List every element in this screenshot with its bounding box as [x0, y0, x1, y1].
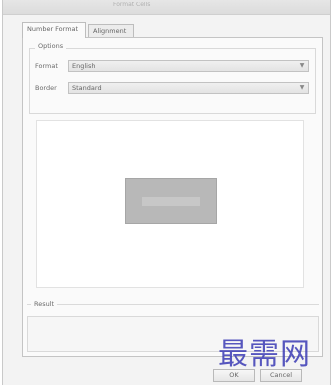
- result-divider: [27, 304, 319, 305]
- options-group-label: Options: [35, 42, 67, 50]
- preview-sample: [125, 178, 217, 224]
- border-value: Standard: [72, 84, 102, 92]
- preview-sample-text: [142, 197, 200, 206]
- border-combobox[interactable]: Standard ▼: [68, 82, 309, 94]
- format-value: English: [72, 62, 96, 70]
- chevron-down-icon[interactable]: ▼: [298, 61, 306, 71]
- watermark-logo: 最需网: [218, 337, 311, 372]
- border-label: Border: [35, 84, 57, 92]
- format-label: Format: [35, 62, 58, 70]
- tab-number-format[interactable]: Number Format: [22, 22, 86, 38]
- format-combobox[interactable]: English ▼: [68, 60, 309, 72]
- title-bar: Format Cells: [3, 0, 330, 15]
- dialog-window: Format Cells Number Format Alignment Opt…: [2, 0, 331, 385]
- chevron-down-icon[interactable]: ▼: [298, 83, 306, 93]
- tab-alignment[interactable]: Alignment: [88, 24, 134, 37]
- window-title: Format Cells: [113, 2, 151, 8]
- tab-panel: Options Format English ▼ Border Standard…: [22, 37, 323, 357]
- options-group: [29, 48, 316, 114]
- result-label: Result: [31, 300, 58, 308]
- preview-area: [36, 120, 304, 288]
